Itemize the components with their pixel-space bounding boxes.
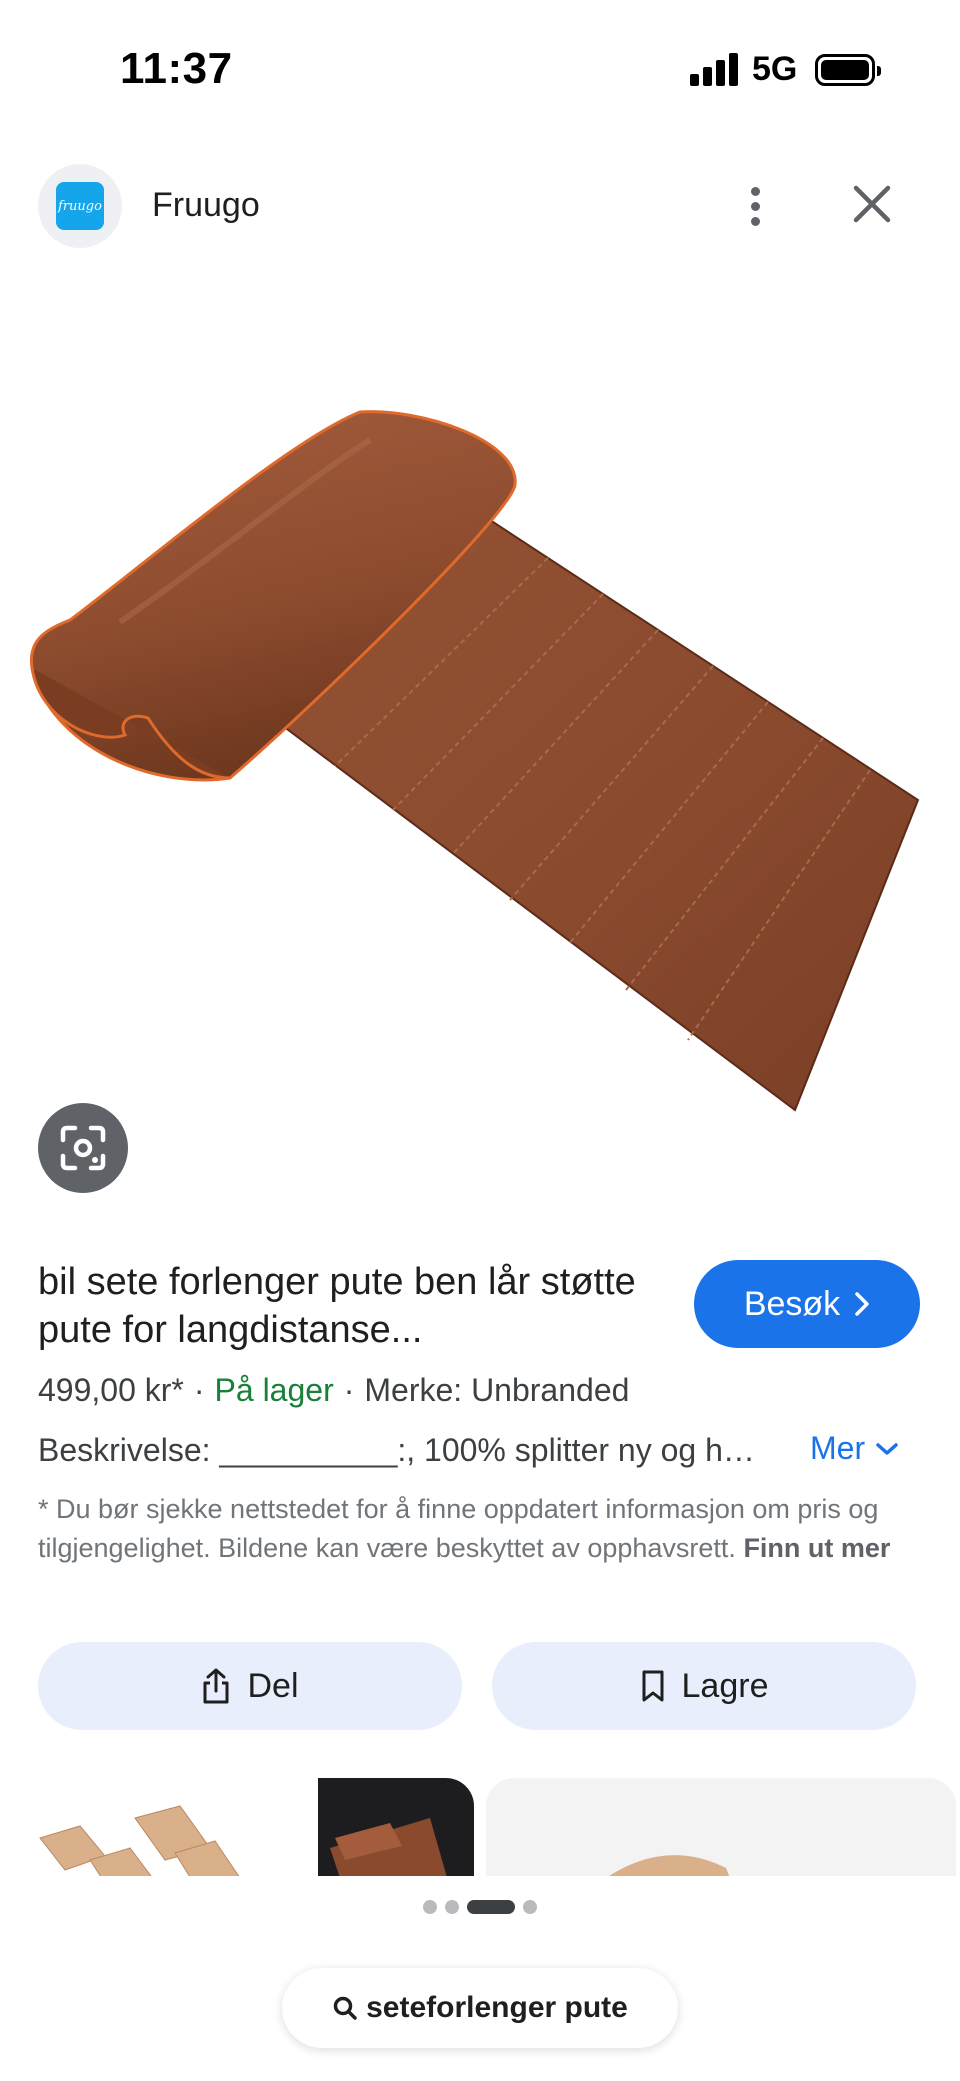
related-result-card[interactable]: [10, 1778, 474, 1878]
related-result-image: [606, 1855, 730, 1878]
battery-icon: [815, 54, 881, 86]
product-title[interactable]: bil sete forlenger pute ben lår støtte p…: [38, 1258, 678, 1354]
share-icon: [203, 1668, 229, 1704]
product-meta: 499,00 kr* · På lager · Merke: Unbranded: [38, 1372, 629, 1409]
status-bar: 11:37 5G: [0, 0, 960, 130]
share-label: Del: [247, 1666, 299, 1705]
fruugo-logo: fruugo: [56, 182, 104, 230]
save-label: Lagre: [681, 1666, 769, 1705]
search-query-chip[interactable]: seteforlenger pute: [282, 1968, 678, 2048]
stock-status: På lager: [214, 1372, 334, 1408]
camera-lens-icon: [60, 1125, 106, 1171]
page-dot-active[interactable]: [467, 1900, 515, 1914]
page-dot[interactable]: [445, 1900, 459, 1914]
meta-separator: ·: [193, 1372, 205, 1408]
visit-button[interactable]: Besøk: [694, 1260, 920, 1348]
more-vert-icon[interactable]: [735, 178, 775, 234]
network-type: 5G: [752, 50, 798, 88]
status-time: 11:37: [120, 44, 233, 93]
disclaimer: * Du bør sjekke nettstedet for å finne o…: [38, 1490, 898, 1568]
page-indicator: [0, 1900, 960, 1914]
learn-more-link[interactable]: Finn ut mer: [743, 1533, 890, 1563]
product-description: Beskrivelse: __________:, 100% splitter …: [38, 1432, 755, 1468]
result-header: fruugo Fruugo: [0, 160, 960, 250]
brand: Merke: Unbranded: [364, 1372, 630, 1408]
lens-search-button[interactable]: [38, 1103, 128, 1193]
site-name[interactable]: Fruugo: [152, 186, 260, 225]
visit-label: Besøk: [743, 1284, 841, 1323]
chevron-right-icon: [855, 1292, 869, 1316]
product-image[interactable]: [0, 330, 960, 1130]
related-result-image: [39, 1778, 474, 1878]
page-dot[interactable]: [423, 1900, 437, 1914]
more-button[interactable]: Mer: [810, 1430, 899, 1467]
search-query: seteforlenger pute: [366, 1991, 628, 2024]
page-dot[interactable]: [523, 1900, 537, 1914]
more-label: Mer: [810, 1430, 866, 1466]
meta-separator: ·: [343, 1372, 355, 1408]
price: 499,00 kr*: [38, 1372, 184, 1408]
related-results: [0, 1778, 960, 1878]
share-button[interactable]: Del: [38, 1642, 462, 1730]
bookmark-icon: [642, 1670, 664, 1702]
search-icon: [333, 1996, 357, 2020]
signal-icon: [690, 52, 738, 86]
chevron-down-icon: [876, 1442, 898, 1455]
site-favicon[interactable]: fruugo: [38, 164, 122, 248]
close-icon[interactable]: [850, 182, 894, 226]
save-button[interactable]: Lagre: [492, 1642, 916, 1730]
related-result-card[interactable]: [486, 1778, 956, 1878]
